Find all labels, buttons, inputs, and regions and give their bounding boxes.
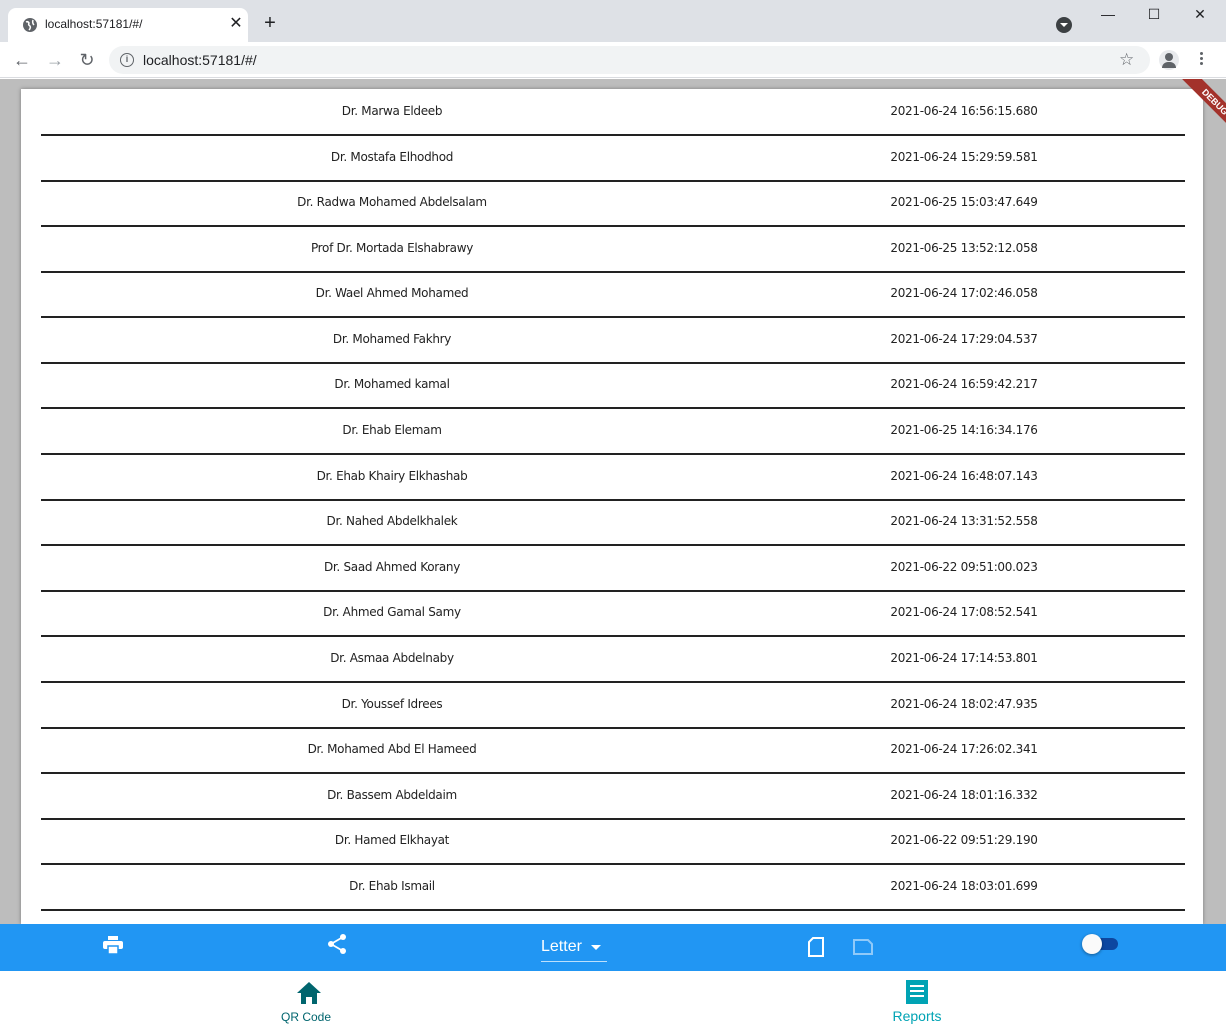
doctor-name: Dr. Youssef Idrees bbox=[341, 697, 443, 711]
table-row: Dr. Hamed Elkhayat 2021-06-22 09:51:29.19… bbox=[41, 819, 1185, 865]
timestamp: 2021-06-24 16:48:07.143 bbox=[890, 469, 1038, 483]
table-row: Prof Dr. Mortada Elshabrawy 2021-06-25 13… bbox=[41, 227, 1185, 273]
back-arrow-icon[interactable]: ← bbox=[12, 50, 32, 70]
doctor-name: Dr. Mohamed Fakhry bbox=[332, 332, 452, 346]
reports-icon bbox=[906, 980, 928, 1004]
close-window-button[interactable]: ✕ bbox=[1177, 0, 1223, 30]
timestamp: 2021-06-24 16:59:42.217 bbox=[890, 377, 1038, 391]
doctor-name: Dr. Asmaa Abdelnaby bbox=[330, 651, 454, 665]
browser-toolbar: ← → ↻ i localhost:57181/#/ ☆ bbox=[0, 42, 1226, 78]
tab-search-icon[interactable] bbox=[1056, 17, 1072, 33]
url-text[interactable]: localhost:57181/#/ bbox=[143, 52, 257, 68]
doctor-name: Dr. Mohamed kamal bbox=[334, 377, 450, 391]
bottom-navigation: QR Code Reports bbox=[0, 971, 1226, 1033]
table-row: Dr. Ehab Ismail 2021-06-24 18:03:01.699 bbox=[41, 865, 1185, 911]
new-tab-icon[interactable]: + bbox=[260, 13, 280, 33]
table-row: Dr. Mohamed Fakhry 2021-06-24 17:29:04.53… bbox=[41, 318, 1185, 364]
timestamp: 2021-06-24 17:26:02.341 bbox=[890, 742, 1038, 756]
doctor-name: Dr. Bassem Abdeldaim bbox=[327, 788, 457, 802]
address-bar[interactable]: i localhost:57181/#/ ☆ bbox=[109, 46, 1150, 74]
globe-icon bbox=[23, 18, 37, 32]
nav-label-reports: Reports bbox=[892, 1008, 942, 1024]
doctor-name: Prof Dr. Mortada Elshabrawy bbox=[310, 241, 474, 255]
doctor-name: Dr. Radwa Mohamed Abdelsalam bbox=[297, 195, 487, 209]
profile-icon[interactable] bbox=[1159, 50, 1179, 70]
nav-item-reports[interactable]: Reports bbox=[817, 971, 1017, 1033]
timestamp: 2021-06-24 17:08:52.541 bbox=[890, 605, 1038, 619]
timestamp: 2021-06-22 09:51:29.190 bbox=[890, 833, 1038, 847]
page-format-value: Letter bbox=[541, 938, 582, 955]
debug-banner: DEBUG bbox=[1160, 79, 1226, 145]
doctor-name: Dr. Ehab Khairy Elkhashab bbox=[316, 469, 468, 483]
browser-tab-strip: localhost:57181/#/ ✕ + — ☐ ✕ bbox=[0, 0, 1226, 42]
doctor-name: Dr. Wael Ahmed Mohamed bbox=[315, 286, 469, 300]
kebab-menu-icon[interactable] bbox=[1196, 50, 1206, 70]
bookmark-star-icon[interactable]: ☆ bbox=[1119, 50, 1134, 70]
report-page[interactable]: Dr. Marwa Eldeeb 2021-06-24 16:56:15.680 … bbox=[21, 89, 1203, 924]
timestamp: 2021-06-25 15:03:47.649 bbox=[890, 195, 1038, 209]
doctor-name: Dr. Marwa Eldeeb bbox=[341, 104, 443, 118]
table-row: Dr. Wael Ahmed Mohamed 2021-06-24 17:02:4… bbox=[41, 272, 1185, 318]
doctor-name: Dr. Ahmed Gamal Samy bbox=[323, 605, 461, 619]
timestamp: 2021-06-24 18:01:16.332 bbox=[890, 788, 1038, 802]
doctor-name: Dr. Mostafa Elhodhod bbox=[330, 150, 454, 164]
table-row: Dr. Mostafa Elhodhod 2021-06-24 15:29:59.… bbox=[41, 136, 1185, 182]
table-row: Dr. Mohamed Abd El Hameed 2021-06-24 17:2… bbox=[41, 728, 1185, 774]
minimize-button[interactable]: — bbox=[1085, 0, 1131, 30]
doctor-name: Dr. Hamed Elkhayat bbox=[334, 833, 450, 847]
table-row: Dr. Ehab Elemam 2021-06-25 14:16:34.176 bbox=[41, 409, 1185, 455]
reload-icon[interactable]: ↻ bbox=[77, 50, 97, 70]
timestamp: 2021-06-24 18:03:01.699 bbox=[890, 879, 1038, 893]
app-viewport: Dr. Marwa Eldeeb 2021-06-24 16:56:15.680 … bbox=[0, 79, 1226, 1033]
info-icon[interactable]: i bbox=[120, 53, 134, 67]
doctor-name: Dr. Saad Ahmed Korany bbox=[323, 560, 461, 574]
forward-arrow-icon[interactable]: → bbox=[45, 50, 65, 70]
timestamp: 2021-06-25 13:52:12.058 bbox=[890, 241, 1038, 255]
doctor-name: Dr. Mohamed Abd El Hameed bbox=[307, 742, 477, 756]
pdf-action-bar: Letter bbox=[0, 924, 1226, 971]
home-icon bbox=[297, 982, 321, 1004]
timestamp: 2021-06-24 15:29:59.581 bbox=[890, 150, 1038, 164]
table-row: Dr. Marwa Eldeeb 2021-06-24 16:56:15.680 bbox=[41, 90, 1185, 136]
landscape-orientation-icon[interactable] bbox=[853, 939, 873, 955]
timestamp: 2021-06-24 13:31:52.558 bbox=[890, 514, 1038, 528]
doctor-name: Dr. Ehab Ismail bbox=[349, 879, 435, 893]
table-row: Dr. Radwa Mohamed Abdelsalam 2021-06-25 1… bbox=[41, 181, 1185, 227]
table-row: Dr. Bassem Abdeldaim 2021-06-24 18:01:16.… bbox=[41, 774, 1185, 820]
browser-tab[interactable]: localhost:57181/#/ ✕ bbox=[8, 8, 248, 42]
doctor-name: Dr. Ehab Elemam bbox=[342, 423, 442, 437]
timestamp: 2021-06-24 17:29:04.537 bbox=[890, 332, 1038, 346]
timestamp: 2021-06-24 17:02:46.058 bbox=[890, 286, 1038, 300]
page-format-dropdown[interactable]: Letter bbox=[541, 936, 607, 962]
print-icon[interactable] bbox=[103, 936, 123, 954]
doctor-name: Dr. Nahed Abdelkhalek bbox=[326, 514, 458, 528]
timestamp: 2021-06-24 16:56:15.680 bbox=[890, 104, 1038, 118]
tab-close-icon[interactable]: ✕ bbox=[226, 14, 246, 34]
timestamp: 2021-06-25 14:16:34.176 bbox=[890, 423, 1038, 437]
table-row: Dr. Youssef Idrees 2021-06-24 18:02:47.93… bbox=[41, 683, 1185, 729]
pdf-toggle-switch[interactable] bbox=[1082, 934, 1118, 954]
timestamp: 2021-06-22 09:51:00.023 bbox=[890, 560, 1038, 574]
table-row: Dr. Ahmed Gamal Samy 2021-06-24 17:08:52.… bbox=[41, 591, 1185, 637]
tab-title: localhost:57181/#/ bbox=[45, 17, 143, 31]
share-icon[interactable] bbox=[327, 933, 347, 955]
table-row: Dr. Saad Ahmed Korany 2021-06-22 09:51:00… bbox=[41, 546, 1185, 592]
nav-item-qr-code[interactable]: QR Code bbox=[206, 971, 406, 1033]
table-row: Dr. Nahed Abdelkhalek 2021-06-24 13:31:52… bbox=[41, 500, 1185, 546]
maximize-button[interactable]: ☐ bbox=[1131, 0, 1177, 30]
portrait-orientation-icon[interactable] bbox=[808, 937, 824, 957]
timestamp: 2021-06-24 18:02:47.935 bbox=[890, 697, 1038, 711]
table-row: Dr. Mohamed kamal 2021-06-24 16:59:42.217 bbox=[41, 363, 1185, 409]
dropdown-arrow-icon bbox=[591, 945, 601, 950]
debug-banner-label: DEBUG bbox=[1178, 79, 1226, 139]
toggle-thumb bbox=[1082, 934, 1102, 954]
nav-label-qr-code: QR Code bbox=[280, 1010, 332, 1024]
timestamp: 2021-06-24 17:14:53.801 bbox=[890, 651, 1038, 665]
table-row: Dr. Asmaa Abdelnaby 2021-06-24 17:14:53.8… bbox=[41, 637, 1185, 683]
table-row: Dr. Ehab Khairy Elkhashab 2021-06-24 16:4… bbox=[41, 455, 1185, 501]
